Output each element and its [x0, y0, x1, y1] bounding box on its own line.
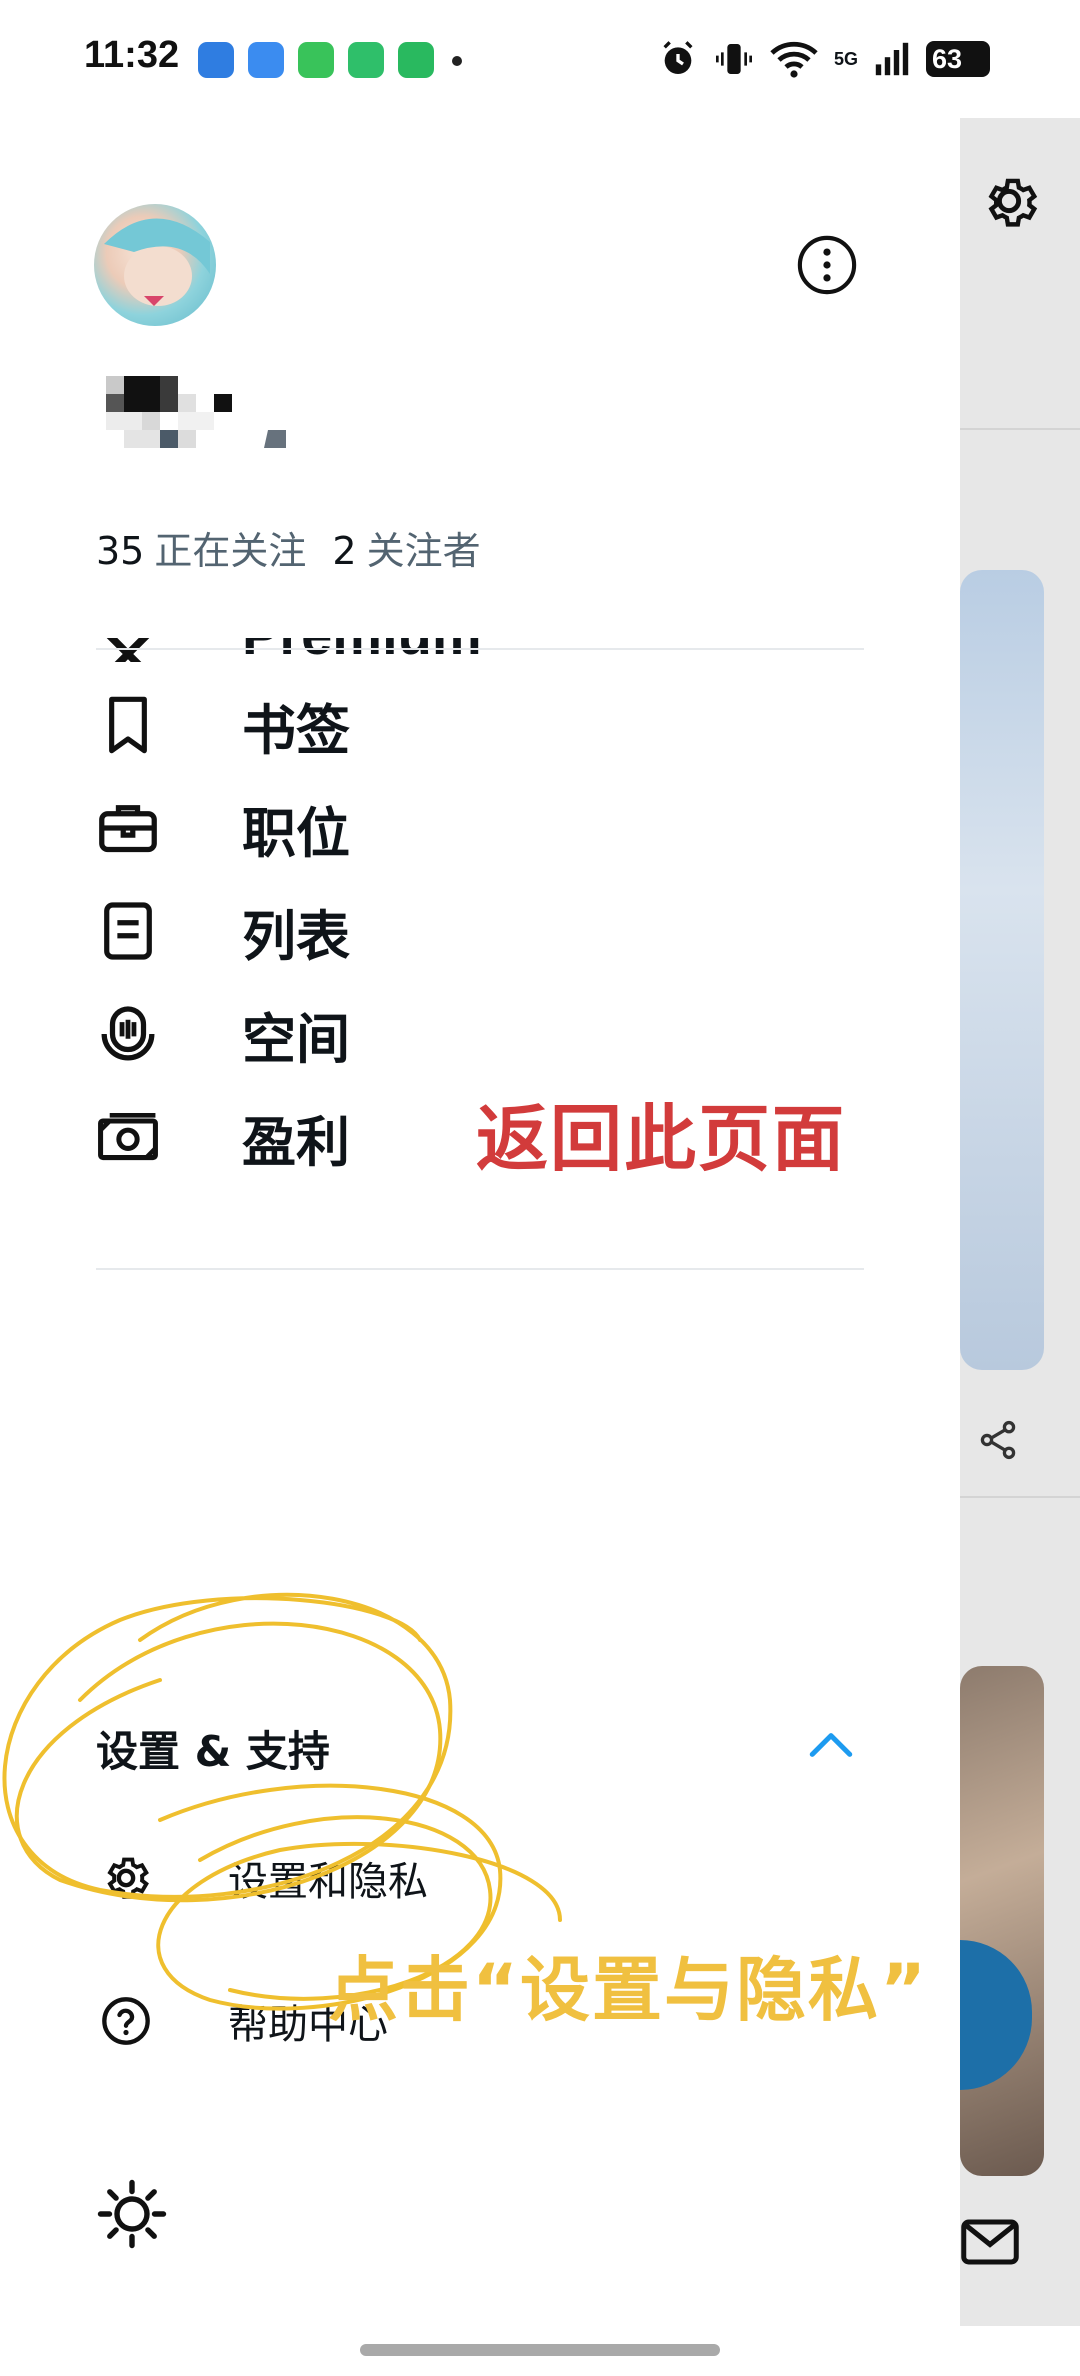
menu-item-label: Premium: [242, 638, 482, 662]
status-right: 5G 63: [658, 34, 990, 84]
notification-icons: [198, 42, 434, 78]
timeline-divider: [960, 1496, 1080, 1498]
blue-app-icon: [198, 42, 234, 78]
wifi-icon: [770, 41, 818, 78]
bookmark-icon: [96, 693, 160, 757]
following-link[interactable]: 35 正在关注: [96, 529, 306, 573]
list-icon: [96, 899, 160, 963]
messages-app-icon: [298, 42, 334, 78]
display-theme-icon[interactable]: [96, 2178, 168, 2250]
timeline-divider: [960, 428, 1080, 430]
spaces-icon: [96, 1002, 160, 1066]
settings-support-header[interactable]: 设置 & 支持: [96, 1718, 330, 1779]
following-count: 35: [96, 529, 145, 573]
battery-level: 63: [932, 43, 963, 74]
divider: [96, 1268, 864, 1270]
status-bar: 11:32 5G 63: [0, 0, 1080, 118]
weather-app-icon: [248, 42, 284, 78]
money-icon: [96, 1105, 160, 1169]
help-icon: [96, 1991, 156, 2051]
home-indicator[interactable]: [360, 2344, 720, 2356]
menu-item-spaces[interactable]: 空间: [96, 979, 796, 1089]
menu-item-label: 空间: [242, 1007, 350, 1071]
menu-item-label: 盈利: [242, 1110, 350, 1174]
more-notifications-dot: [452, 56, 462, 66]
green-app-icon: [348, 42, 384, 78]
signal-icon: [875, 42, 909, 76]
followers-count: 2: [332, 529, 357, 573]
timeline-media-card[interactable]: [960, 570, 1044, 1370]
chevron-up-icon[interactable]: [806, 1724, 856, 1764]
navigation-drawer: 35正在关注 2关注者 Premium 书签 职位 列表 空间 盈利 设置 & 支…: [0, 118, 960, 2376]
battery-icon: 63: [926, 41, 990, 77]
avatar-illustration: [104, 218, 210, 306]
gear-icon[interactable]: [976, 168, 1042, 234]
settings-and-privacy-label: 设置和隐私: [228, 1859, 428, 1905]
avatar[interactable]: [94, 204, 216, 326]
shop-app-icon: [398, 42, 434, 78]
menu-item-bookmarks[interactable]: 书签: [96, 670, 796, 780]
network-type: 5G: [833, 48, 858, 69]
x-logo-icon: [106, 638, 150, 662]
follow-stats: 35 正在关注 2 关注者: [96, 520, 481, 575]
vibrate-icon: [715, 44, 752, 74]
menu-item-lists[interactable]: 列表: [96, 876, 796, 986]
briefcase-icon: [96, 796, 160, 860]
menu-item-premium[interactable]: Premium: [96, 638, 896, 662]
menu-item-label: 书签: [242, 698, 350, 762]
settings-and-privacy-item[interactable]: 设置和隐私: [96, 1833, 796, 1923]
annotation-click-text: 点击“设置与隐私”: [328, 1949, 929, 2031]
share-icon[interactable]: [976, 1418, 1020, 1462]
mail-icon[interactable]: [960, 2216, 1020, 2268]
timeline-media-card[interactable]: [960, 1666, 1044, 2176]
annotation-return-text: 返回此页面: [476, 1097, 847, 1181]
menu-item-label: 职位: [242, 801, 350, 865]
menu-item-jobs[interactable]: 职位: [96, 773, 796, 883]
status-time: 11:32: [84, 34, 180, 76]
menu-item-label: 列表: [242, 904, 350, 968]
alarm-icon: [663, 41, 693, 74]
censored-username: [106, 376, 286, 448]
more-options-icon[interactable]: [796, 234, 858, 296]
divider: [96, 648, 864, 650]
gear-icon: [96, 1848, 156, 1908]
followers-label: 关注者: [366, 529, 481, 573]
followers-link[interactable]: 2 关注者: [332, 529, 480, 573]
following-label: 正在关注: [154, 529, 307, 573]
